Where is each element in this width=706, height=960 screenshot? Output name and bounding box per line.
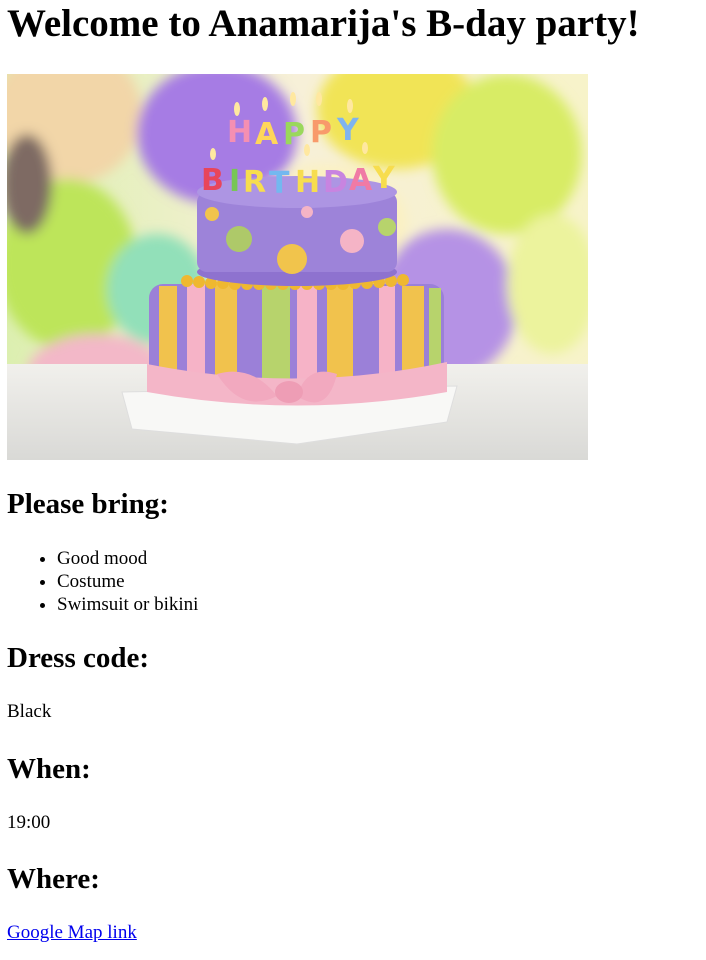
list-item: Costume: [57, 570, 699, 593]
svg-text:T: T: [269, 166, 290, 201]
svg-text:P: P: [310, 115, 332, 150]
dress-code-heading: Dress code:: [7, 642, 150, 674]
svg-text:Y: Y: [336, 113, 360, 148]
svg-text:A: A: [255, 117, 279, 152]
bring-list: Good mood Costume Swimsuit or bikini: [7, 547, 699, 616]
svg-text:A: A: [349, 163, 373, 198]
bring-heading: Please bring:: [7, 488, 169, 520]
page-body: Welcome to Anamarija's B-day party! H A …: [0, 0, 706, 944]
svg-text:P: P: [283, 117, 305, 152]
where-paragraph: Google Map link: [7, 922, 699, 944]
svg-text:D: D: [323, 165, 348, 200]
svg-text:Y: Y: [372, 161, 396, 196]
svg-text:B: B: [201, 163, 224, 198]
where-heading: Where:: [7, 863, 100, 895]
dress-code-value: Black: [7, 701, 52, 722]
google-map-link[interactable]: Google Map link: [7, 922, 137, 943]
when-value: 19:00: [7, 812, 51, 833]
when-heading: When:: [7, 753, 91, 785]
svg-text:H: H: [295, 165, 320, 200]
svg-text:I: I: [229, 164, 240, 199]
page-title: Welcome to Anamarija's B-day party!: [7, 2, 640, 45]
list-item: Good mood: [57, 547, 699, 570]
svg-text:R: R: [243, 165, 266, 200]
birthday-cake-image: H A P P Y B I R T H D A Y: [7, 74, 588, 460]
svg-text:H: H: [227, 115, 252, 150]
list-item: Swimsuit or bikini: [57, 593, 699, 616]
